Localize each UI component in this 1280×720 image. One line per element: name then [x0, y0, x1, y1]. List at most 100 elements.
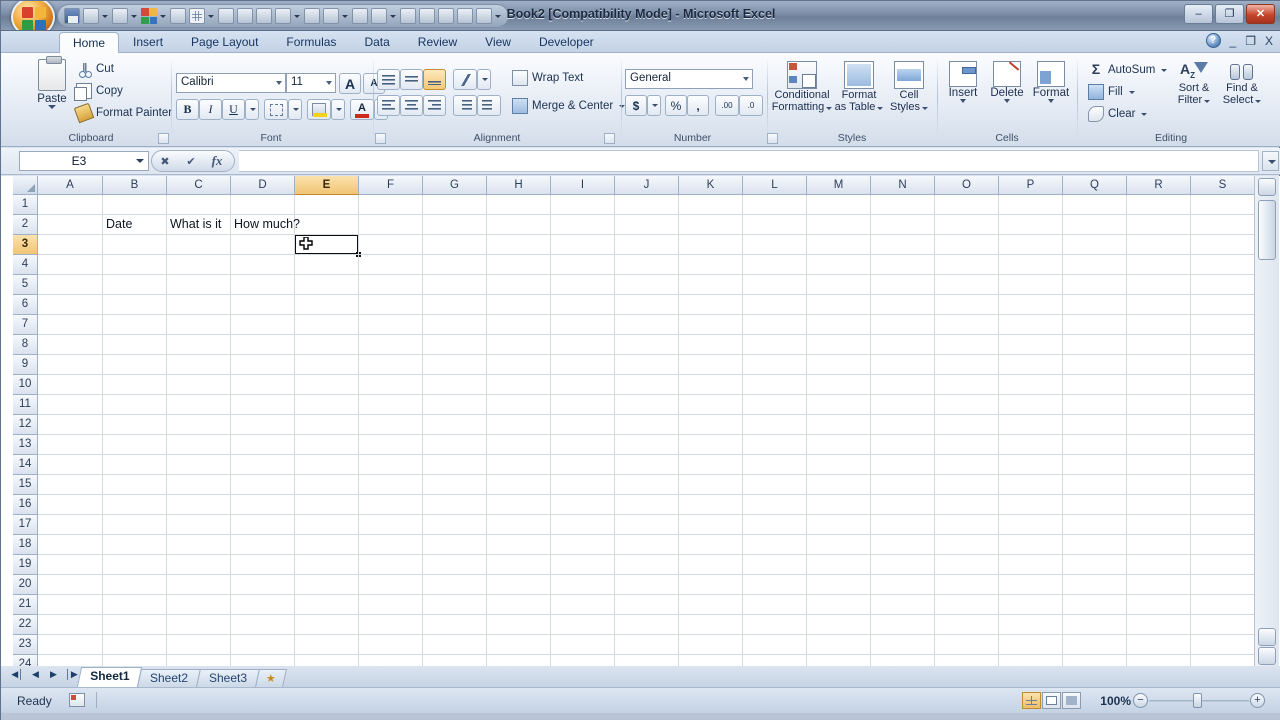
cell-C11[interactable] [167, 395, 231, 415]
conditional-formatting-button[interactable]: Conditional Formatting [771, 61, 833, 113]
cell-E14[interactable] [295, 455, 359, 475]
cell-E9[interactable] [295, 355, 359, 375]
cell-K17[interactable] [679, 515, 743, 535]
cell-B16[interactable] [103, 495, 167, 515]
cell-H13[interactable] [487, 435, 551, 455]
cell-D23[interactable] [231, 635, 295, 655]
cell-B14[interactable] [103, 455, 167, 475]
cell-O9[interactable] [935, 355, 999, 375]
cell-D13[interactable] [231, 435, 295, 455]
cell-O10[interactable] [935, 375, 999, 395]
format-dropdown-icon[interactable] [1048, 99, 1054, 103]
column-header-B[interactable]: B [103, 176, 167, 195]
cell-R16[interactable] [1127, 495, 1191, 515]
cancel-formula-icon[interactable]: ✖ [152, 155, 178, 168]
cell-B18[interactable] [103, 535, 167, 555]
cell-S6[interactable] [1191, 295, 1255, 315]
sort-filter-dropdown-icon[interactable] [1204, 100, 1210, 103]
cell-B23[interactable] [103, 635, 167, 655]
cell-J12[interactable] [615, 415, 679, 435]
cell-H23[interactable] [487, 635, 551, 655]
cell-F20[interactable] [359, 575, 423, 595]
cell-N21[interactable] [871, 595, 935, 615]
cell-F12[interactable] [359, 415, 423, 435]
cell-I6[interactable] [551, 295, 615, 315]
prev-sheet-icon[interactable]: ◀ [29, 669, 42, 680]
cell-B13[interactable] [103, 435, 167, 455]
formula-input[interactable] [239, 150, 1259, 172]
cell-E13[interactable] [295, 435, 359, 455]
cell-O4[interactable] [935, 255, 999, 275]
cell-G3[interactable] [423, 235, 487, 255]
cell-M15[interactable] [807, 475, 871, 495]
cell-L14[interactable] [743, 455, 807, 475]
column-header-C[interactable]: C [167, 176, 231, 195]
cell-C24[interactable] [167, 655, 231, 666]
autosum-dropdown-icon[interactable] [1161, 69, 1167, 72]
cell-G24[interactable] [423, 655, 487, 666]
cell-G4[interactable] [423, 255, 487, 275]
scroll-page-down-button[interactable] [1258, 647, 1276, 665]
cell-J14[interactable] [615, 455, 679, 475]
cell-Q7[interactable] [1063, 315, 1127, 335]
cell-H20[interactable] [487, 575, 551, 595]
cell-K4[interactable] [679, 255, 743, 275]
cell-A5[interactable] [38, 275, 103, 295]
cell-C10[interactable] [167, 375, 231, 395]
column-header-L[interactable]: L [743, 176, 807, 195]
underline-dropdown-icon[interactable] [245, 99, 259, 120]
cell-G10[interactable] [423, 375, 487, 395]
delete-cells-button[interactable]: Delete [985, 61, 1029, 103]
cell-M20[interactable] [807, 575, 871, 595]
cell-S9[interactable] [1191, 355, 1255, 375]
cell-N12[interactable] [871, 415, 935, 435]
cell-J13[interactable] [615, 435, 679, 455]
cell-J1[interactable] [615, 195, 679, 215]
cell-A11[interactable] [38, 395, 103, 415]
cell-N17[interactable] [871, 515, 935, 535]
insert-dropdown-icon[interactable] [960, 99, 966, 103]
align-left-button[interactable] [377, 95, 400, 116]
cell-O2[interactable] [935, 215, 999, 235]
cell-area[interactable]: DateWhat is itHow much? [38, 195, 1256, 666]
cell-A21[interactable] [38, 595, 103, 615]
cell-K16[interactable] [679, 495, 743, 515]
cell-A22[interactable] [38, 615, 103, 635]
cell-I10[interactable] [551, 375, 615, 395]
format-painter-button[interactable]: Format Painter [73, 104, 175, 122]
decrease-decimal-button[interactable]: .0 [739, 95, 763, 116]
cell-Q20[interactable] [1063, 575, 1127, 595]
align-middle-button[interactable] [400, 69, 423, 90]
cell-J6[interactable] [615, 295, 679, 315]
cell-G14[interactable] [423, 455, 487, 475]
cell-C5[interactable] [167, 275, 231, 295]
cell-B24[interactable] [103, 655, 167, 666]
row-header-6[interactable]: 6 [13, 295, 38, 315]
cell-Q23[interactable] [1063, 635, 1127, 655]
cell-J11[interactable] [615, 395, 679, 415]
cell-H17[interactable] [487, 515, 551, 535]
cell-G22[interactable] [423, 615, 487, 635]
cell-K6[interactable] [679, 295, 743, 315]
cell-B8[interactable] [103, 335, 167, 355]
expand-formula-bar-button[interactable] [1262, 151, 1279, 171]
cell-R4[interactable] [1127, 255, 1191, 275]
cell-P13[interactable] [999, 435, 1063, 455]
cell-S19[interactable] [1191, 555, 1255, 575]
font-size-chevron-down-icon[interactable] [326, 81, 332, 85]
cell-N20[interactable] [871, 575, 935, 595]
cell-S11[interactable] [1191, 395, 1255, 415]
cell-G19[interactable] [423, 555, 487, 575]
clipboard-dialog-launcher[interactable] [158, 133, 169, 144]
cell-B20[interactable] [103, 575, 167, 595]
cell-Q10[interactable] [1063, 375, 1127, 395]
cell-D18[interactable] [231, 535, 295, 555]
cell-R12[interactable] [1127, 415, 1191, 435]
cell-D20[interactable] [231, 575, 295, 595]
clear-button[interactable]: Clear [1085, 105, 1150, 123]
cell-N4[interactable] [871, 255, 935, 275]
row-header-16[interactable]: 16 [13, 495, 38, 515]
cell-E17[interactable] [295, 515, 359, 535]
cell-Q16[interactable] [1063, 495, 1127, 515]
copy-button[interactable]: Copy [73, 82, 126, 100]
